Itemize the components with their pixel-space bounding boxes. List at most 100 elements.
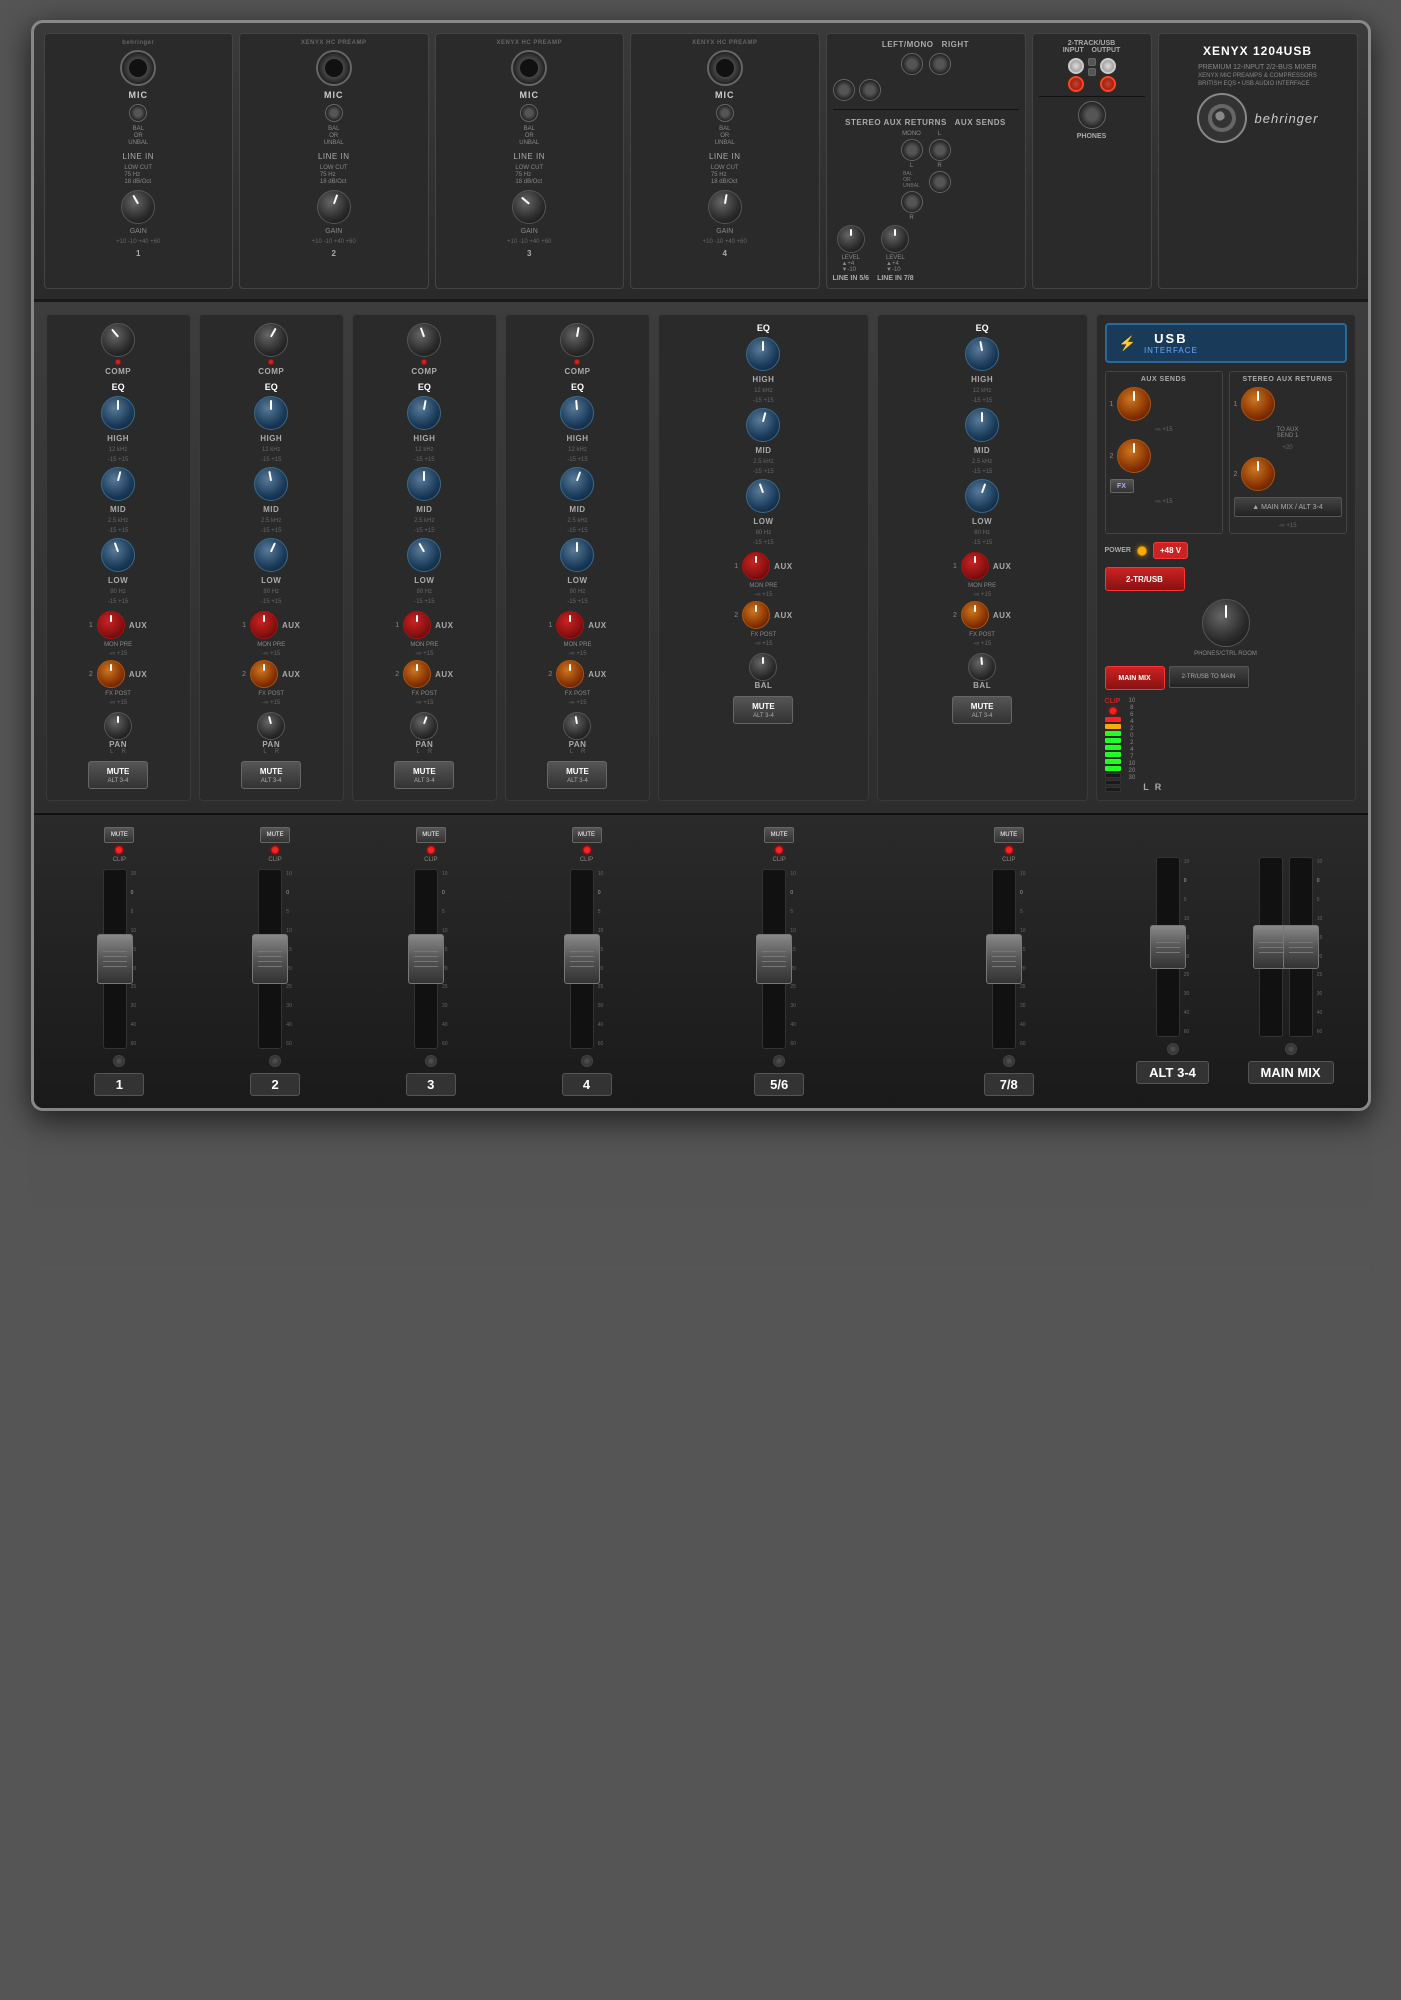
fader-track-alt34[interactable] — [1156, 857, 1180, 1037]
aux2-knob-3[interactable] — [403, 660, 431, 688]
alt-text-2: ALT 3-4 — [261, 778, 282, 784]
mid-knob-2[interactable] — [254, 467, 288, 501]
phantom-button[interactable]: +48 V — [1153, 542, 1188, 559]
pan-knob-4[interactable] — [563, 712, 591, 740]
main-mix-button[interactable]: MAIN MIX — [1105, 666, 1165, 690]
aux-send-1-master[interactable] — [1117, 387, 1151, 421]
low-knob-78[interactable] — [965, 479, 999, 513]
gain-range-3: +10 -10 +40 +60 — [507, 239, 551, 245]
mute-button-2[interactable]: MUTE ALT 3-4 — [241, 761, 301, 789]
bal-knob-78[interactable] — [968, 653, 996, 681]
gain-knob-2[interactable] — [317, 190, 351, 224]
meter-red-1 — [1105, 717, 1121, 722]
fader-track-4[interactable] — [570, 869, 594, 1049]
aux2-knob-2[interactable] — [250, 660, 278, 688]
two-tr-to-main-button[interactable]: 2-TR/USB TO MAIN — [1169, 666, 1249, 688]
rca-l-in — [1068, 58, 1084, 74]
main-fader-handle-r[interactable] — [1283, 925, 1319, 969]
comp-knob-4[interactable] — [560, 323, 594, 357]
aux1-knob-2[interactable] — [250, 611, 278, 639]
mute-fader-btn-3[interactable]: MUTE — [416, 827, 446, 843]
aux-send-knobs: 1 -∞ +15 2 FX -∞ +15 — [1110, 387, 1218, 505]
fader-handle-2[interactable] — [252, 934, 288, 984]
low-knob-3[interactable] — [407, 538, 441, 572]
fader-with-scale-4: 10 0 5 10 15 20 25 30 40 60 — [570, 869, 604, 1049]
aux1-knob-78[interactable] — [961, 552, 989, 580]
aux1-knob-4[interactable] — [556, 611, 584, 639]
two-track-section: 2-TRACK/USBINPUT OUTPUT — [1032, 33, 1152, 289]
meter-section: CLIP — [1105, 698, 1347, 792]
aux-section-56: 1 AUX MON PRE -∞ +15 2 AUX FX POST -∞ +1… — [665, 552, 862, 647]
gain-knob-4[interactable] — [708, 190, 742, 224]
fader-handle-1[interactable] — [97, 934, 133, 984]
gain-knob-1[interactable] — [121, 190, 155, 224]
fader-handle-4[interactable] — [564, 934, 600, 984]
mid-knob-56[interactable] — [746, 408, 780, 442]
mid-knob-78[interactable] — [965, 408, 999, 442]
fader-track-1[interactable] — [103, 869, 127, 1049]
pan-knob-1[interactable] — [104, 712, 132, 740]
input-channel-2-top: XENYX HC PREAMP MIC BALORUNBAL LINE IN L… — [239, 33, 429, 289]
low-knob-2[interactable] — [254, 538, 288, 572]
fader-track-78[interactable] — [992, 869, 1016, 1049]
pan-knob-2[interactable] — [257, 712, 285, 740]
fader-track-2[interactable] — [258, 869, 282, 1049]
gain-knob-3[interactable] — [512, 190, 546, 224]
fader-track-56[interactable] — [762, 869, 786, 1049]
fader-handle-78[interactable] — [986, 934, 1022, 984]
high-knob-78[interactable] — [965, 337, 999, 371]
aux1-knob-56[interactable] — [742, 552, 770, 580]
high-knob-3[interactable] — [407, 396, 441, 430]
aux1-knob-1[interactable] — [97, 611, 125, 639]
mute-fader-btn-2[interactable]: MUTE — [260, 827, 290, 843]
main-mix-arrow-btn[interactable]: ▲ MAIN MIX / ALT 3-4 — [1234, 497, 1342, 517]
fader-track-3[interactable] — [414, 869, 438, 1049]
high-knob-1[interactable] — [101, 396, 135, 430]
mute-button-56[interactable]: MUTE ALT 3-4 — [733, 696, 793, 724]
comp-knob-3[interactable] — [407, 323, 441, 357]
fader-handle-3[interactable] — [408, 934, 444, 984]
low-knob-4[interactable] — [560, 538, 594, 572]
mute-fader-btn-78[interactable]: MUTE — [994, 827, 1024, 843]
aux-section-78: 1 AUX MON PRE -∞ +15 2 AUX FX POST -∞ +1… — [884, 552, 1081, 647]
aux2-knob-56[interactable] — [742, 601, 770, 629]
mic-label-3: MIC — [520, 90, 540, 100]
aux2-knob-4[interactable] — [556, 660, 584, 688]
mid-knob-3[interactable] — [407, 467, 441, 501]
fader-handle-56[interactable] — [756, 934, 792, 984]
mid-knob-1[interactable] — [101, 467, 135, 501]
bal-knob-56[interactable] — [749, 653, 777, 681]
mute-button-4[interactable]: MUTE ALT 3-4 — [547, 761, 607, 789]
two-tr-usb-button[interactable]: 2-TR/USB — [1105, 567, 1185, 591]
low-knob-56[interactable] — [746, 479, 780, 513]
stereo-return-2-knob[interactable] — [1241, 457, 1275, 491]
high-knob-2[interactable] — [254, 396, 288, 430]
low-knob-1[interactable] — [101, 538, 135, 572]
mute-fader-btn-4[interactable]: MUTE — [572, 827, 602, 843]
mute-fader-btn-56[interactable]: MUTE — [764, 827, 794, 843]
pan-knob-3[interactable] — [410, 712, 438, 740]
phones-ctrl-knob[interactable] — [1202, 599, 1250, 647]
level-knob-78[interactable] — [881, 225, 909, 253]
aux2-knob-78[interactable] — [961, 601, 989, 629]
comp-knob-2[interactable] — [254, 323, 288, 357]
high-knob-4[interactable] — [560, 396, 594, 430]
high-knob-56[interactable] — [746, 337, 780, 371]
comp-group-4: COMP — [560, 323, 594, 376]
mid-knob-4[interactable] — [560, 467, 594, 501]
mute-button-1[interactable]: MUTE ALT 3-4 — [88, 761, 148, 789]
mute-fader-btn-1[interactable]: MUTE — [104, 827, 134, 843]
mute-button-3[interactable]: MUTE ALT 3-4 — [394, 761, 454, 789]
aux-send-2-master[interactable] — [1117, 439, 1151, 473]
level-knob-56[interactable] — [837, 225, 865, 253]
fader-handle-alt34[interactable] — [1150, 925, 1186, 969]
main-fader-track-r[interactable] — [1289, 857, 1313, 1037]
eq-section-56: EQ HIGH 12 kHz -15 +15 MID 2.5 kHz -15 +… — [665, 323, 862, 546]
aux1-knob-3[interactable] — [403, 611, 431, 639]
stereo-return-1-knob[interactable] — [1241, 387, 1275, 421]
main-fader-track-l[interactable] — [1259, 857, 1283, 1037]
aux2-knob-1[interactable] — [97, 660, 125, 688]
fx-button[interactable]: FX — [1110, 479, 1134, 493]
mute-button-78[interactable]: MUTE ALT 3-4 — [952, 696, 1012, 724]
comp-knob-1[interactable] — [101, 323, 135, 357]
